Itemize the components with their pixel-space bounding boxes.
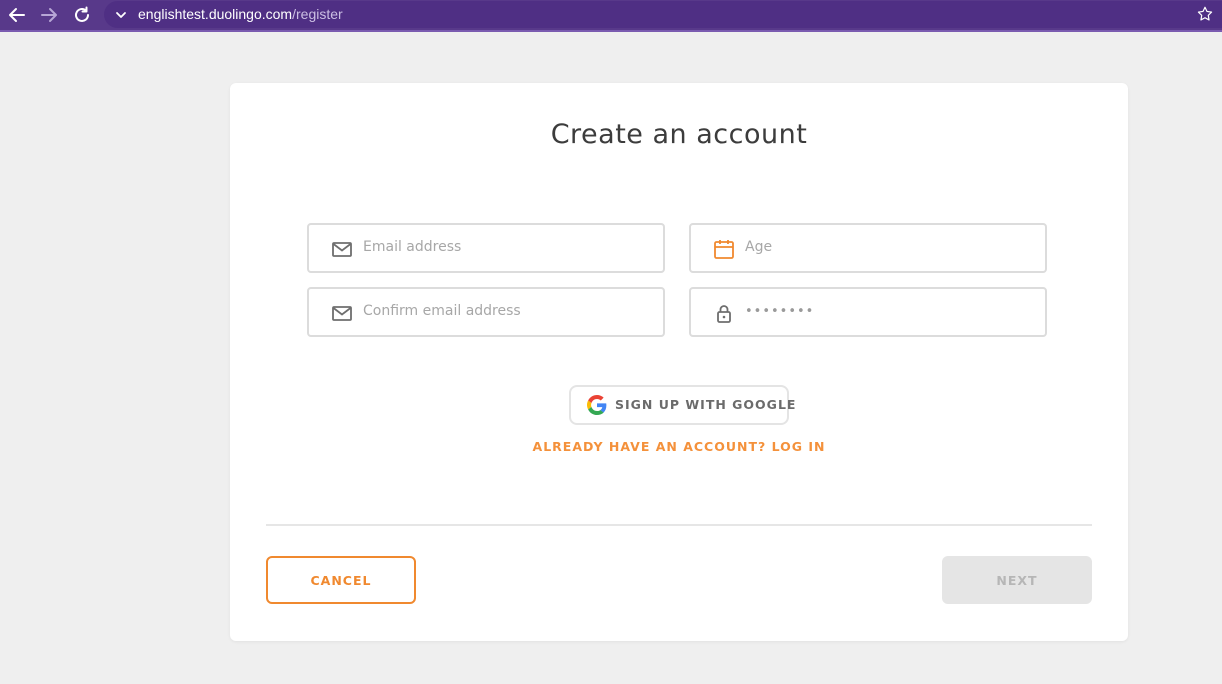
address-bar[interactable]: englishtest.duolingo.com/register — [104, 1, 1222, 28]
browser-toolbar: englishtest.duolingo.com/register — [0, 0, 1222, 32]
page-title: Create an account — [550, 119, 808, 150]
password-value: •••••••• — [745, 304, 815, 319]
next-button[interactable]: NEXT — [942, 556, 1092, 604]
url-text[interactable]: englishtest.duolingo.com/register — [138, 6, 343, 22]
google-signup-label: SIGN UP WITH GOOGLE — [615, 397, 797, 412]
reload-icon[interactable] — [70, 3, 94, 27]
lock-icon — [713, 303, 735, 323]
divider — [266, 524, 1092, 526]
login-link[interactable]: ALREADY HAVE AN ACCOUNT? LOG IN — [230, 439, 1128, 454]
google-signup-button[interactable]: SIGN UP WITH GOOGLE — [569, 385, 795, 425]
chevron-down-icon[interactable] — [114, 7, 128, 26]
envelope-icon — [331, 303, 353, 323]
star-icon[interactable] — [1196, 5, 1214, 27]
confirm-email-placeholder: Confirm email address — [363, 303, 521, 319]
cancel-button[interactable]: CANCEL — [266, 556, 416, 604]
back-arrow-icon[interactable] — [5, 3, 29, 27]
url-path: /register — [292, 6, 343, 22]
register-card: Create an account Email address Age Conf… — [230, 83, 1128, 641]
confirm-email-field[interactable]: Confirm email address — [307, 287, 665, 337]
password-field[interactable]: •••••••• — [689, 287, 1047, 337]
forward-arrow-icon[interactable] — [37, 3, 61, 27]
email-field[interactable]: Email address — [307, 223, 665, 273]
email-placeholder: Email address — [363, 239, 462, 255]
age-placeholder: Age — [745, 239, 773, 255]
age-field[interactable]: Age — [689, 223, 1047, 273]
calendar-icon — [713, 239, 735, 259]
envelope-icon — [331, 239, 353, 259]
url-host: englishtest.duolingo.com — [138, 6, 293, 22]
google-logo-icon — [587, 395, 607, 419]
